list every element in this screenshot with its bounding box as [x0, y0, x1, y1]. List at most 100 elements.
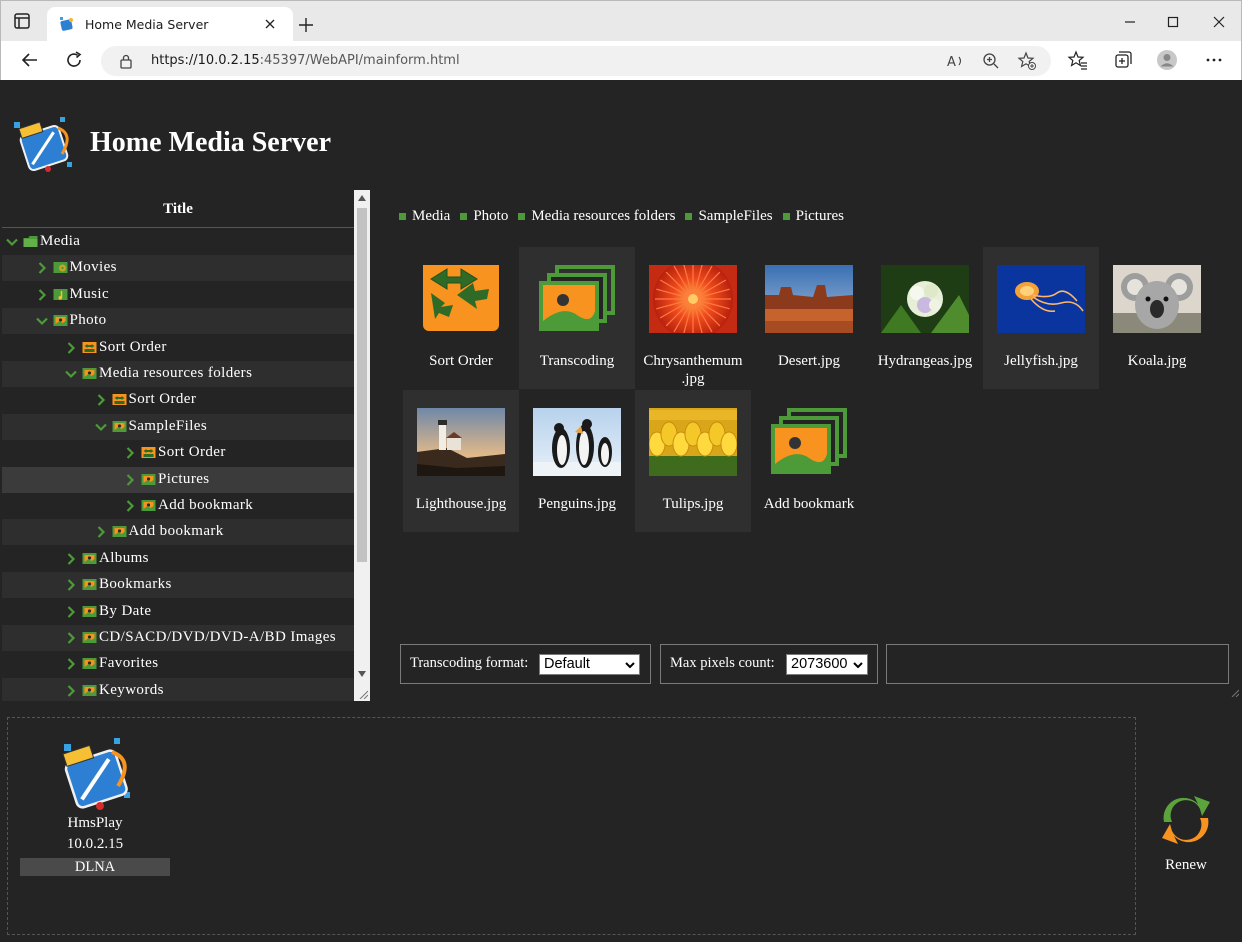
scroll-up-icon[interactable]	[358, 195, 366, 201]
chevron-right-icon[interactable]	[95, 526, 107, 539]
media-tile[interactable]: Transcoding	[519, 247, 635, 389]
nav-bar: https://10.0.2.15:45397/WebAPI/mainform.…	[1, 41, 1241, 80]
media-tile[interactable]: Hydrangeas.jpg	[867, 247, 983, 389]
collections-icon[interactable]	[1112, 49, 1134, 71]
tree-item[interactable]: Photo	[2, 308, 354, 335]
tree-item[interactable]: Movies	[2, 255, 354, 282]
tree-item[interactable]: Sort Order	[2, 335, 354, 361]
chevron-right-icon[interactable]	[65, 685, 77, 697]
tree-item[interactable]: Add bookmark	[2, 493, 354, 519]
maximize-icon[interactable]	[1162, 11, 1184, 33]
minimize-icon[interactable]	[1119, 11, 1141, 33]
hmsplay-device-icon[interactable]	[54, 734, 138, 814]
tree-item[interactable]: Keywords	[2, 677, 354, 701]
tree-item[interactable]: Sort Order	[2, 387, 354, 413]
read-aloud-icon[interactable]: A	[945, 51, 965, 71]
chevron-down-icon[interactable]	[65, 368, 77, 380]
bullet-icon	[460, 213, 468, 220]
tree-item[interactable]: Media	[2, 229, 354, 255]
tree-item[interactable]: Music	[2, 282, 354, 308]
tree-scroll-thumb[interactable]	[357, 208, 367, 562]
url-text[interactable]: https://10.0.2.15:45397/WebAPI/mainform.…	[151, 53, 460, 68]
tab-favicon-icon	[60, 17, 73, 31]
media-tile[interactable]: Sort Order	[403, 247, 519, 389]
chevron-right-icon[interactable]	[124, 473, 136, 486]
favorites-icon[interactable]	[1067, 49, 1089, 71]
close-window-icon[interactable]	[1208, 11, 1230, 33]
chevron-down-icon[interactable]	[35, 315, 48, 327]
zoom-icon[interactable]	[981, 51, 1001, 71]
breadcrumb-label: Media resources folders	[531, 208, 676, 224]
address-bar[interactable]: https://10.0.2.15:45397/WebAPI/mainform.…	[101, 46, 1051, 76]
url-host: https://10.0.2.15	[151, 53, 260, 68]
scroll-down-icon[interactable]	[358, 671, 366, 677]
breadcrumb-label: Pictures	[795, 208, 844, 224]
media-tile[interactable]: Tulips.jpg	[635, 390, 751, 532]
tree-item[interactable]: CD/SACD/DVD/DVD-A/BD Images	[2, 625, 354, 651]
new-tab-icon[interactable]	[297, 16, 315, 34]
resize-grip-icon[interactable]	[358, 689, 368, 699]
media-tile-label: Sort Order	[429, 353, 493, 369]
breadcrumb-item[interactable]: Media	[399, 208, 450, 225]
media-tile[interactable]: Lighthouse.jpg	[403, 390, 519, 532]
bullet-icon	[782, 213, 790, 220]
media-tile[interactable]: Add bookmark	[751, 390, 867, 532]
chevron-right-icon[interactable]	[36, 262, 48, 275]
tree-item-label: Photo	[69, 312, 107, 329]
chevron-down-icon[interactable]	[6, 236, 18, 248]
status-textarea[interactable]	[886, 644, 1239, 697]
lock-icon[interactable]	[119, 53, 133, 69]
media-tile-label: Jellyfish.jpg	[1004, 353, 1078, 369]
chevron-right-icon[interactable]	[65, 553, 77, 565]
profile-avatar-icon[interactable]	[1156, 49, 1178, 71]
media-tile[interactable]: Desert.jpg	[751, 247, 867, 389]
tree-item[interactable]: By Date	[2, 599, 354, 625]
tree-item[interactable]: Media resources folders	[2, 361, 354, 387]
refresh-icon[interactable]	[63, 49, 85, 71]
chevron-down-icon[interactable]	[94, 421, 107, 433]
chevron-right-icon[interactable]	[95, 394, 107, 407]
media-tile[interactable]: Jellyfish.jpg	[983, 247, 1099, 389]
back-icon[interactable]	[19, 49, 41, 71]
tab-close-icon[interactable]	[263, 17, 277, 31]
window-menu-icon[interactable]	[13, 12, 31, 30]
tree-item[interactable]: Add bookmark	[2, 519, 354, 546]
browser-tab[interactable]: Home Media Server	[47, 7, 293, 41]
chevron-right-icon[interactable]	[65, 341, 77, 354]
breadcrumb-item[interactable]: SampleFiles	[685, 208, 773, 225]
transcoding-format-select[interactable]: Default	[539, 654, 640, 675]
breadcrumb-item[interactable]: Photo	[460, 208, 508, 225]
tree-item[interactable]: Bookmarks	[2, 572, 354, 599]
breadcrumb-item[interactable]: Pictures	[782, 208, 844, 225]
media-tile[interactable]: Penguins.jpg	[519, 390, 635, 532]
resize-grip-icon[interactable]	[1231, 689, 1239, 697]
breadcrumb-item[interactable]: Media resources folders	[518, 208, 675, 225]
media-tile[interactable]: Koala.jpg	[1099, 247, 1215, 389]
tree-item[interactable]: Albums	[2, 546, 354, 572]
max-pixels-select[interactable]: 2073600	[786, 654, 868, 675]
chevron-right-icon[interactable]	[36, 289, 48, 301]
tree-item[interactable]: SampleFiles	[2, 413, 354, 440]
chevron-right-icon[interactable]	[65, 605, 77, 618]
chevron-right-icon[interactable]	[65, 632, 77, 644]
renew-icon[interactable]	[1158, 792, 1214, 848]
more-menu-icon[interactable]	[1203, 49, 1225, 71]
tree-item[interactable]: Pictures	[2, 466, 354, 493]
photo-icon	[112, 526, 126, 538]
renew-button-label[interactable]: Renew	[1150, 857, 1222, 874]
photo-icon	[112, 420, 126, 432]
chevron-right-icon[interactable]	[65, 579, 77, 591]
photo-icon	[82, 658, 97, 670]
desert-thumbnail	[765, 265, 853, 333]
tree-scrollbar[interactable]	[354, 190, 370, 701]
tree-item[interactable]: Favorites	[2, 651, 354, 677]
transcoding-format-value: Default	[544, 656, 590, 672]
media-tile[interactable]: Chrysanthemum .jpg	[635, 247, 751, 389]
devices-panel: HmsPlay 10.0.2.15 DLNA	[7, 717, 1136, 935]
chevron-right-icon[interactable]	[124, 447, 136, 459]
tree-item[interactable]: Sort Order	[2, 440, 354, 466]
add-favorite-icon[interactable]	[1017, 51, 1037, 71]
chevron-right-icon[interactable]	[124, 500, 136, 512]
tree-item-label: SampleFiles	[128, 417, 208, 434]
chevron-right-icon[interactable]	[65, 658, 77, 671]
